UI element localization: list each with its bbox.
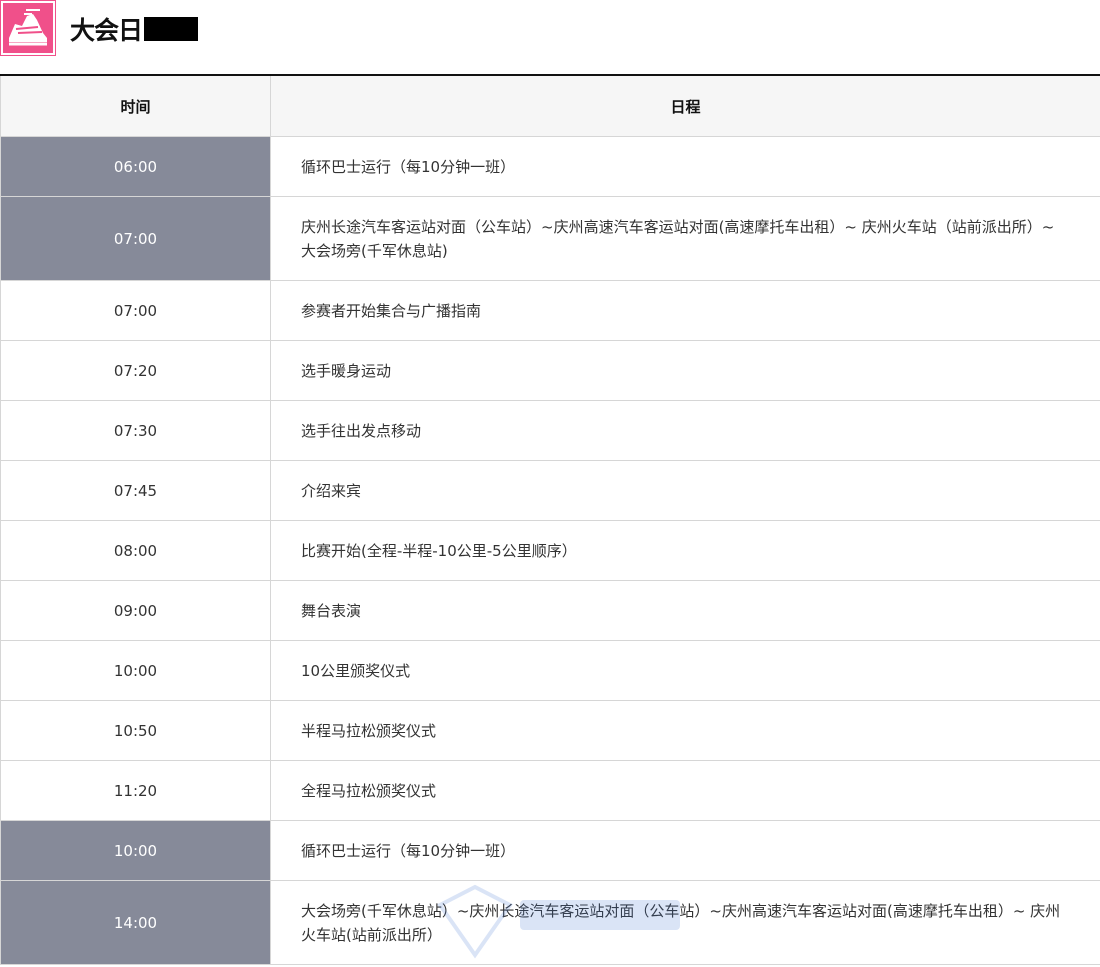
schedule-cell: 10公里颁奖仪式 <box>270 640 1100 701</box>
time-cell: 11:20 <box>0 760 271 821</box>
schedule-table: 时间 日程 06:00 循环巴士运行（每10分钟一班） 07:00 庆州长途汽车客运站… <box>0 76 1100 965</box>
table-row: 10:00 10公里颁奖仪式 <box>0 640 1100 701</box>
schedule-cell: 比赛开始(全程-半程-10公里-5公里顺序） <box>270 520 1100 581</box>
table-row: 07:30 选手往出发点移动 <box>0 400 1100 461</box>
schedule-cell: 参赛者开始集合与广播指南 <box>270 280 1100 341</box>
schedule-cell: 选手暖身运动 <box>270 340 1100 401</box>
schedule-cell: 全程马拉松颁奖仪式 <box>270 760 1100 821</box>
table-row: 06:00 循环巴士运行（每10分钟一班） <box>0 136 1100 197</box>
time-cell: 07:45 <box>0 460 271 521</box>
time-cell: 07:00 <box>0 196 271 281</box>
time-cell: 08:00 <box>0 520 271 581</box>
schedule-cell: 选手往出发点移动 <box>270 400 1100 461</box>
schedule-cell: 介绍来宾 <box>270 460 1100 521</box>
schedule-cell: 舞台表演 <box>270 580 1100 641</box>
table-row: 07:45 介绍来宾 <box>0 460 1100 521</box>
page-header: 大会日 <box>0 0 1100 76</box>
time-cell: 10:00 <box>0 640 271 701</box>
column-header-schedule: 日程 <box>270 76 1100 137</box>
schedule-cell: 循环巴士运行（每10分钟一班） <box>270 136 1100 197</box>
time-cell: 07:30 <box>0 400 271 461</box>
schedule-body: 06:00 循环巴士运行（每10分钟一班） 07:00 庆州长途汽车客运站对面（公车站… <box>0 136 1100 965</box>
table-row: 14:00 大会场旁(千军休息站）~庆州长途汽车客运站对面（公车站）~庆州高速汽车… <box>0 880 1100 965</box>
table-row: 08:00 比赛开始(全程-半程-10公里-5公里顺序） <box>0 520 1100 581</box>
schedule-cell: 半程马拉松颁奖仪式 <box>270 700 1100 761</box>
table-row: 07:20 选手暖身运动 <box>0 340 1100 401</box>
time-cell: 06:00 <box>0 136 271 197</box>
page-title: 大会日 <box>70 11 199 47</box>
time-cell: 10:50 <box>0 700 271 761</box>
table-row: 10:00 循环巴士运行（每10分钟一班） <box>0 820 1100 881</box>
redaction-block <box>144 17 199 41</box>
table-row: 11:20 全程马拉松颁奖仪式 <box>0 760 1100 821</box>
time-cell: 09:00 <box>0 580 271 641</box>
time-cell: 14:00 <box>0 880 271 965</box>
time-cell: 07:20 <box>0 340 271 401</box>
schedule-cell: 庆州长途汽车客运站对面（公车站）~庆州高速汽车客运站对面(高速摩托车出租）~ 庆… <box>270 196 1100 281</box>
table-row: 09:00 舞台表演 <box>0 580 1100 641</box>
table-header-row: 时间 日程 <box>0 76 1100 137</box>
schedule-cell: 大会场旁(千军休息站）~庆州长途汽车客运站对面（公车站）~庆州高速汽车客运站对面… <box>270 880 1100 965</box>
schedule-cell: 循环巴士运行（每10分钟一班） <box>270 820 1100 881</box>
page-title-text: 大会日 <box>70 16 143 45</box>
time-cell: 07:00 <box>0 280 271 341</box>
table-row: 07:00 庆州长途汽车客运站对面（公车站）~庆州高速汽车客运站对面(高速摩托车出… <box>0 196 1100 281</box>
running-shoe-icon <box>0 0 56 56</box>
table-row: 10:50 半程马拉松颁奖仪式 <box>0 700 1100 761</box>
table-row: 07:00 参赛者开始集合与广播指南 <box>0 280 1100 341</box>
time-cell: 10:00 <box>0 820 271 881</box>
column-header-time: 时间 <box>0 76 271 137</box>
